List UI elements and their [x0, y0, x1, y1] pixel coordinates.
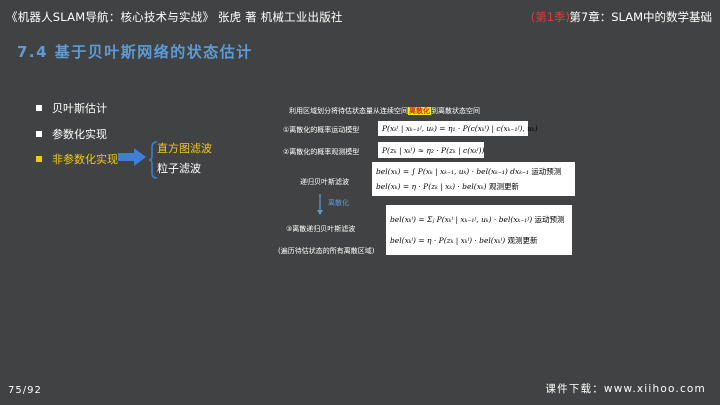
- sub-item-histogram-filter: 直方图滤波: [157, 142, 212, 155]
- observation-model-formula: P(zₖ | xₖⁱ) ≈ η₂ · P(zₖ | c(xₖⁱ)): [378, 142, 484, 158]
- formula-text: P(xₖⁱ | xₖ₋₁ʲ, uₖ) = η₁ · P(c(xₖⁱ) | c(x…: [382, 124, 538, 133]
- observation-model-label: ②离散化的概率观测模型: [283, 148, 360, 156]
- bullet-item-active: 非参数化实现: [36, 151, 118, 167]
- bullet-square-icon: [36, 131, 42, 137]
- bullet-square-icon: [36, 105, 42, 111]
- discrete-filter-formula: bel(xₖⁱ) = Σⱼ P(xₖⁱ | xₖ₋₁ʲ, uₖ) · bel(x…: [386, 205, 572, 255]
- diagram-intro: 利用区域划分将待估状态量从连续空间离散化到离散状态空间: [289, 106, 480, 116]
- header-season: (第1季): [530, 10, 570, 24]
- formula-text: P(zₖ | xₖⁱ) ≈ η₂ · P(zₖ | c(xₖⁱ)): [382, 145, 485, 155]
- bullet-label: 参数化实现: [52, 128, 107, 141]
- bullet-label: 贝叶斯估计: [52, 102, 107, 115]
- discretize-label: 离散化: [328, 199, 349, 207]
- slide-title: 7.4 基于贝叶斯网络的状态估计: [17, 43, 253, 61]
- formula-text: bel(xₖⁱ) = Σⱼ P(xₖⁱ | xₖ₋₁ʲ, uₖ) · bel(x…: [390, 215, 533, 224]
- intro-prefix: 利用区域划分将待估状态量从连续空间: [289, 107, 408, 115]
- bullet-item: 参数化实现: [36, 126, 107, 142]
- formula-line: bel(xₖ) = ∫ P(xₖ | xₖ₋₁, uₖ) · bel(xₖ₋₁)…: [376, 166, 571, 177]
- formula-line: bel(xₖⁱ) = η · P(zₖ | xₖⁱ) · bel(xₖⁱ) 观测…: [390, 235, 568, 246]
- right-arrow-icon: [118, 148, 146, 166]
- formula-tag: 运动预测: [531, 167, 562, 176]
- motion-model-formula: P(xₖⁱ | xₖ₋₁ʲ, uₖ) = η₁ · P(c(xₖⁱ) | c(x…: [378, 121, 538, 136]
- motion-model-label: ①离散化的概率运动模型: [283, 126, 360, 134]
- formula-tag: 运动预测: [534, 215, 565, 224]
- header-book-info: 《机器人SLAM导航：核心技术与实战》 张虎 著 机械工业出版社: [6, 10, 343, 24]
- formula-line: bel(xₖ) = η · P(zₖ | xₖ) · bel(xₖ) 观测更新: [376, 181, 571, 192]
- header-chapter: 第7章：SLAM中的数学基础: [569, 10, 712, 24]
- page-number: 75/92: [8, 385, 42, 396]
- formula-text: bel(xₖⁱ) = η · P(zₖ | xₖⁱ) · bel(xₖⁱ): [390, 236, 506, 245]
- bullet-label: 非参数化实现: [52, 153, 118, 166]
- down-arrow-icon: [317, 194, 323, 215]
- download-link[interactable]: 课件下载：www.xiihoo.com: [545, 381, 706, 396]
- recursive-filter-formula: bel(xₖ) = ∫ P(xₖ | xₖ₋₁, uₖ) · bel(xₖ₋₁)…: [372, 162, 575, 196]
- discrete-filter-note: (遍历待估状态的所有离散区域): [278, 247, 375, 255]
- formula-line: bel(xₖⁱ) = Σⱼ P(xₖⁱ | xₖ₋₁ʲ, uₖ) · bel(x…: [390, 214, 568, 225]
- recursive-filter-label: 递归贝叶斯滤波: [300, 178, 349, 186]
- formula-text: bel(xₖ) = ∫ P(xₖ | xₖ₋₁, uₖ) · bel(xₖ₋₁)…: [376, 167, 529, 176]
- sub-item-particle-filter: 粒子滤波: [157, 162, 201, 175]
- intro-highlight: 离散化: [408, 107, 431, 115]
- intro-suffix: 到离散状态空间: [431, 107, 480, 115]
- formula-text: bel(xₖ) = η · P(zₖ | xₖ) · bel(xₖ): [376, 182, 487, 191]
- bullet-item: 贝叶斯估计: [36, 100, 107, 116]
- discrete-filter-label: ③离散递归贝叶斯滤波: [286, 225, 356, 233]
- formula-tag: 观测更新: [507, 236, 538, 245]
- formula-tag: 观测更新: [489, 182, 519, 191]
- bullet-square-icon: [36, 156, 42, 162]
